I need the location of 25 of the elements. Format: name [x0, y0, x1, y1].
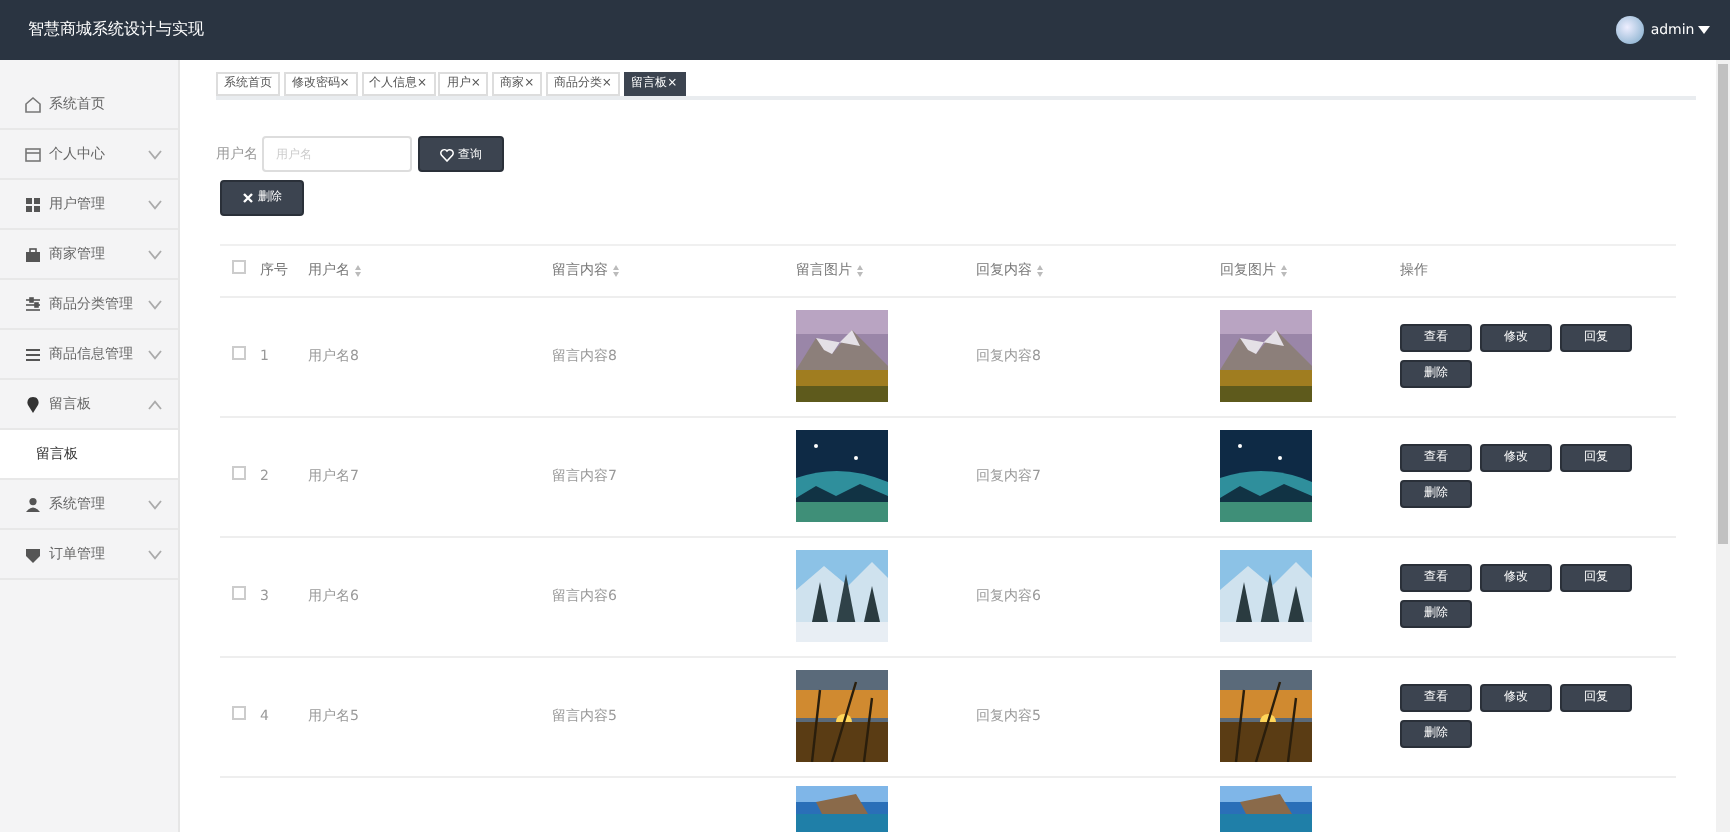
close-icon [242, 191, 254, 203]
pin-icon [24, 395, 42, 413]
grid-icon [24, 195, 42, 213]
scrollbar-thumb[interactable] [1718, 64, 1728, 544]
shield-icon [24, 545, 42, 563]
card-icon [24, 145, 42, 163]
caret-icon [1698, 25, 1710, 35]
app-title: 智慧商城系统设计与实现 [28, 18, 204, 42]
sliders-icon [24, 295, 42, 313]
heart-icon [440, 147, 455, 161]
briefcase-icon [24, 245, 42, 263]
checkbox[interactable] [232, 585, 246, 600]
sort-icon [855, 263, 864, 277]
sort-icon [1035, 263, 1044, 277]
sort-icon [353, 263, 362, 277]
sort-icon [611, 263, 620, 277]
checkbox[interactable] [232, 345, 246, 360]
home-icon [24, 95, 42, 113]
list-icon [24, 345, 42, 363]
avatar-icon [1615, 16, 1644, 44]
checkbox[interactable] [232, 259, 246, 274]
checkbox[interactable] [232, 705, 246, 720]
sort-icon [1279, 263, 1288, 277]
checkbox[interactable] [232, 465, 246, 480]
user-icon [24, 495, 42, 513]
